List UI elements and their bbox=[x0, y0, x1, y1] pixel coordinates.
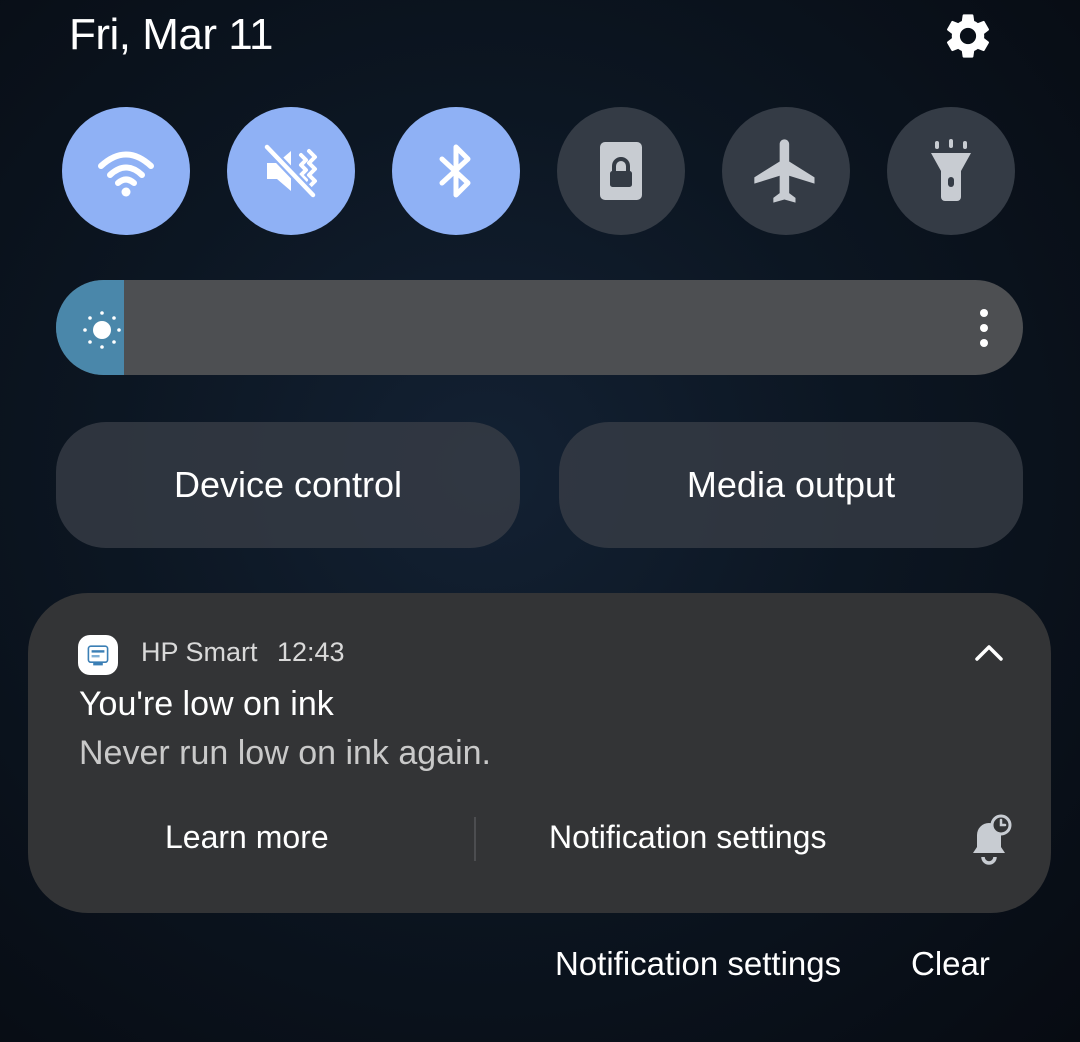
sun-icon bbox=[83, 311, 121, 349]
media-output-label: Media output bbox=[686, 464, 896, 505]
action-divider bbox=[474, 817, 476, 861]
notification-settings-action[interactable]: Notification settings bbox=[549, 819, 826, 856]
portrait-lock-toggle[interactable] bbox=[557, 107, 685, 235]
clear-button[interactable]: Clear bbox=[911, 945, 990, 983]
wifi-toggle[interactable] bbox=[62, 107, 190, 235]
learn-more-button[interactable]: Learn more bbox=[165, 819, 329, 856]
device-control-label: Device control bbox=[173, 464, 403, 505]
device-control-button[interactable]: Device control bbox=[56, 422, 520, 548]
notification-settings-button[interactable]: Notification settings bbox=[555, 945, 841, 983]
wifi-icon bbox=[98, 151, 154, 197]
airplane-icon bbox=[754, 139, 815, 203]
chevron-up-icon[interactable] bbox=[969, 637, 1009, 667]
more-vertical-icon[interactable] bbox=[970, 305, 998, 351]
sound-toggle[interactable] bbox=[227, 107, 355, 235]
hp-smart-app-icon bbox=[78, 635, 118, 675]
bell-snooze-icon[interactable] bbox=[965, 813, 1015, 867]
airplane-mode-toggle[interactable] bbox=[722, 107, 850, 235]
notification-time: 12:43 bbox=[277, 637, 345, 667]
bluetooth-icon bbox=[439, 144, 471, 198]
flashlight-icon bbox=[931, 139, 971, 201]
app-name: HP Smart bbox=[141, 637, 258, 667]
notification-title: You're low on ink bbox=[79, 685, 334, 723]
settings-gear-icon[interactable] bbox=[941, 9, 995, 63]
date-label: Fri, Mar 11 bbox=[69, 10, 273, 59]
bluetooth-toggle[interactable] bbox=[392, 107, 520, 235]
portrait-lock-icon bbox=[600, 142, 642, 200]
media-output-button[interactable]: Media output bbox=[559, 422, 1023, 548]
brightness-slider[interactable] bbox=[56, 280, 1023, 375]
notification-card[interactable]: HP Smart 12:43 You're low on ink Never r… bbox=[28, 593, 1051, 913]
vibrate-mute-icon bbox=[262, 142, 318, 200]
quick-toggles bbox=[62, 107, 1017, 235]
flashlight-toggle[interactable] bbox=[887, 107, 1015, 235]
notification-body: Never run low on ink again. bbox=[79, 734, 492, 772]
